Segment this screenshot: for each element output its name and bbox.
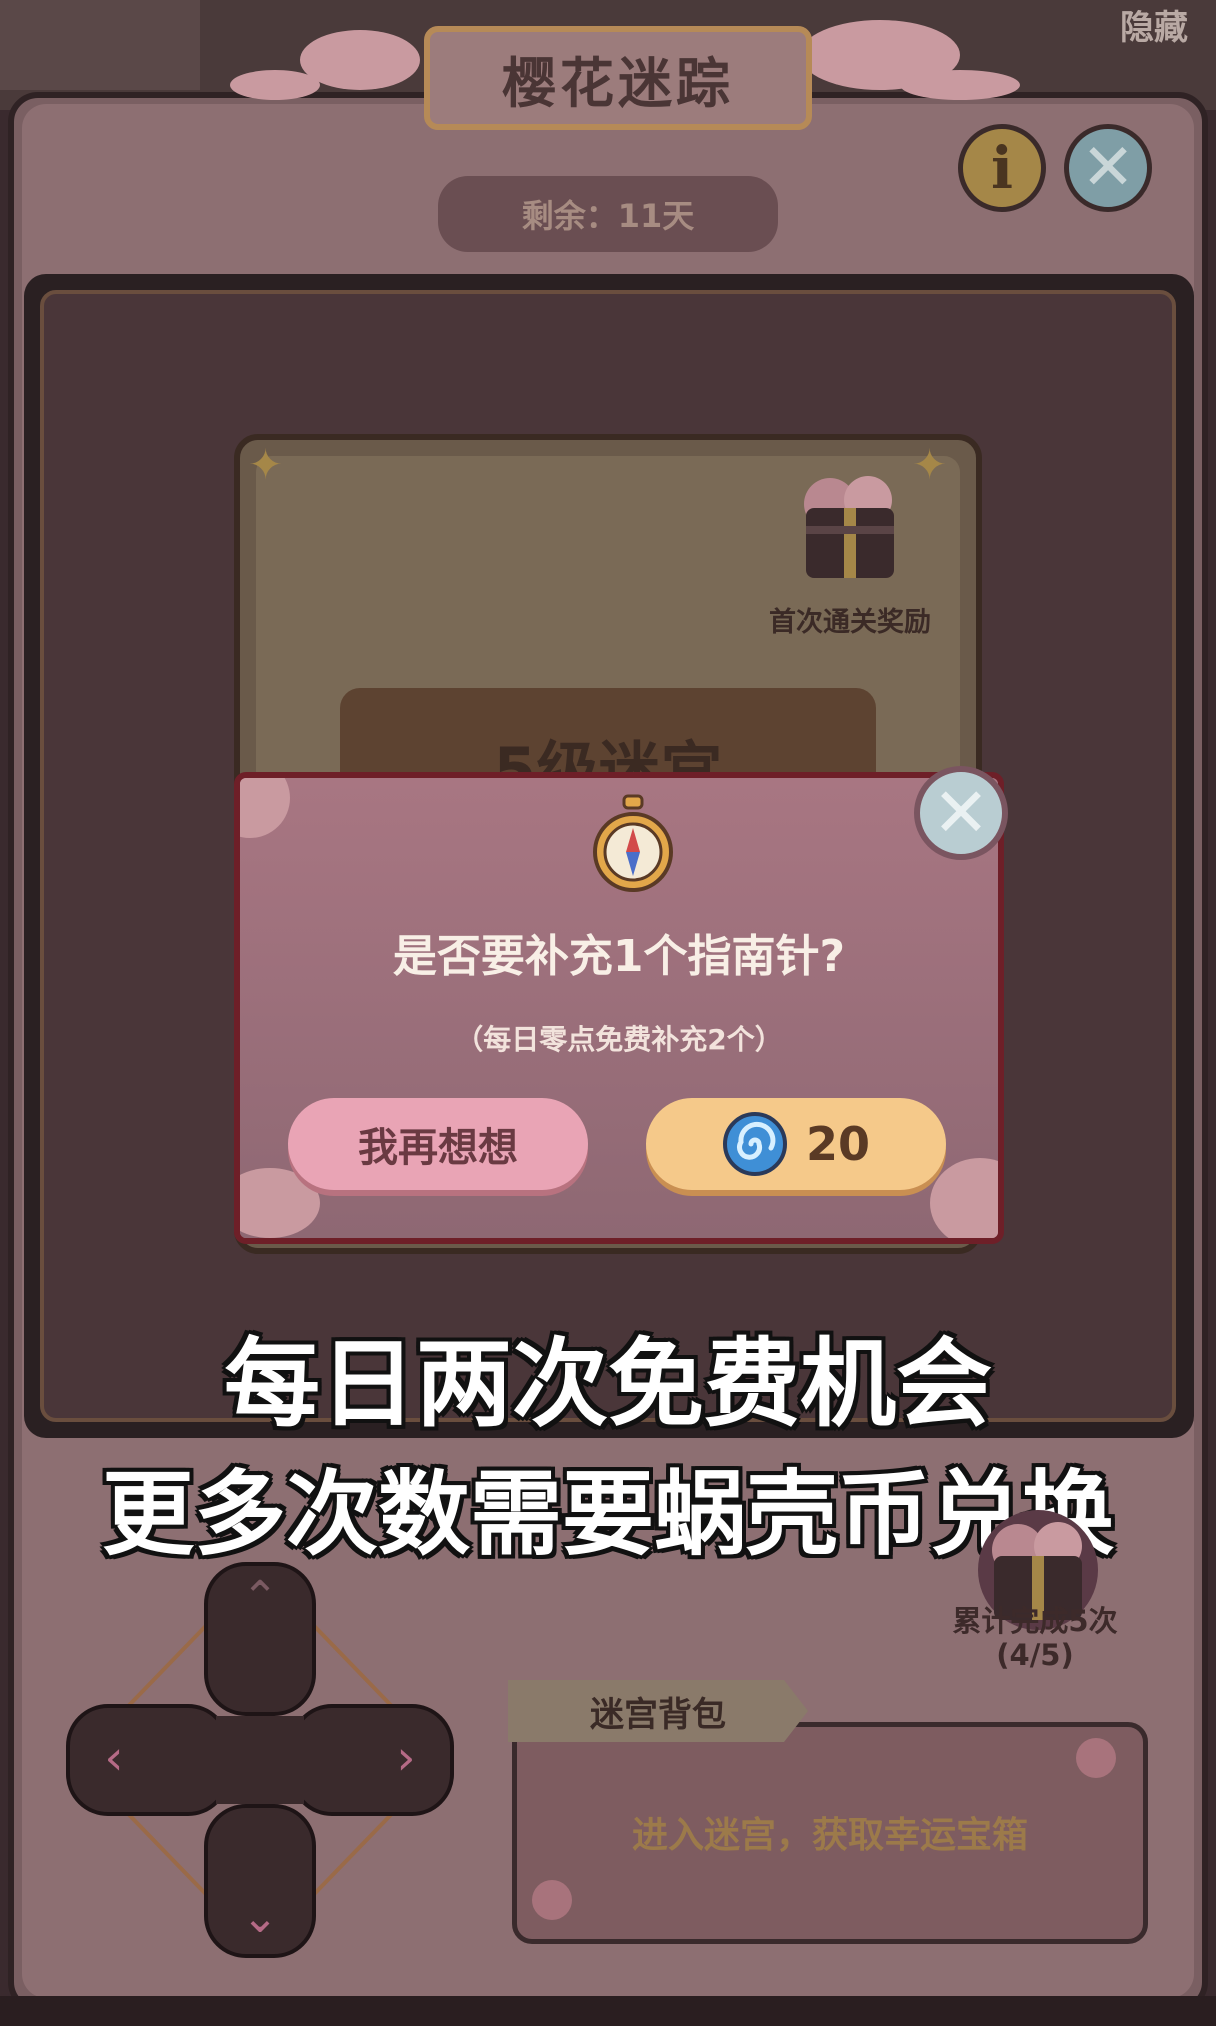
page-title: 樱花迷踪 <box>424 26 812 130</box>
blossom-decoration <box>532 1880 572 1920</box>
blossom-decoration <box>1076 1738 1116 1778</box>
info-button[interactable]: i <box>958 124 1046 212</box>
dpad-up-button[interactable]: ⌃ <box>204 1562 316 1716</box>
down-arrow-icon: ⌄ <box>242 1892 279 1943</box>
cancel-button[interactable]: 我再想想 <box>288 1098 588 1190</box>
hidden-tab-label[interactable]: 隐藏 <box>1120 0 1188 49</box>
cumulative-reward-progress: (4/5) <box>996 1638 1074 1672</box>
dialog-note: （每日零点免费补充2个） <box>455 1023 783 1056</box>
subtitle-line-1: 每日两次免费机会 <box>224 1328 992 1440</box>
dpad-left-button[interactable]: ‹ <box>66 1704 230 1816</box>
left-arrow-icon: ‹ <box>104 1730 123 1786</box>
backpack-empty-text: 进入迷宫，获取幸运宝箱 <box>631 1815 1028 1856</box>
dpad-right-button[interactable]: › <box>290 1704 454 1816</box>
up-arrow-icon: ⌃ <box>242 1572 279 1623</box>
dialog-close-button[interactable]: ✕ <box>914 766 1008 860</box>
reward-chest-icon[interactable] <box>790 468 910 586</box>
first-clear-reward-label: 首次通关奖励 <box>769 607 931 638</box>
close-button[interactable]: ✕ <box>1064 124 1152 212</box>
bottom-bar <box>0 1996 1216 2026</box>
close-icon: ✕ <box>1081 131 1135 205</box>
snail-shell-coin-icon <box>722 1112 787 1176</box>
direction-pad: ⌃ ⌄ ‹ › <box>66 1562 454 1958</box>
sparkle-icon: ✦ <box>912 440 948 489</box>
buy-compass-button[interactable]: 20 <box>646 1098 946 1190</box>
compass-icon <box>593 794 673 892</box>
right-arrow-icon: › <box>396 1730 415 1786</box>
dpad-center <box>216 1716 304 1804</box>
blossom-decoration <box>230 70 320 100</box>
close-icon: ✕ <box>932 773 990 853</box>
maze-backpack-tab-label: 迷宫背包 <box>590 1694 726 1735</box>
info-icon: i <box>990 134 1014 202</box>
background-scenery <box>0 0 200 90</box>
price-label: 20 <box>805 1117 870 1171</box>
sparkle-icon: ✦ <box>248 440 284 489</box>
remaining-days: 剩余：11天 <box>438 176 778 252</box>
blossom-decoration <box>900 70 1020 100</box>
dialog-title: 是否要补充1个指南针? <box>392 931 846 982</box>
cumulative-reward-text: 累计完成5次 <box>952 1604 1118 1638</box>
cumulative-reward-label: 累计完成5次 (4/5) <box>930 1604 1140 1672</box>
dpad-down-button[interactable]: ⌄ <box>204 1804 316 1958</box>
maze-backpack-tab[interactable]: 迷宫背包 <box>508 1680 808 1742</box>
cancel-button-label: 我再想想 <box>358 1125 518 1171</box>
